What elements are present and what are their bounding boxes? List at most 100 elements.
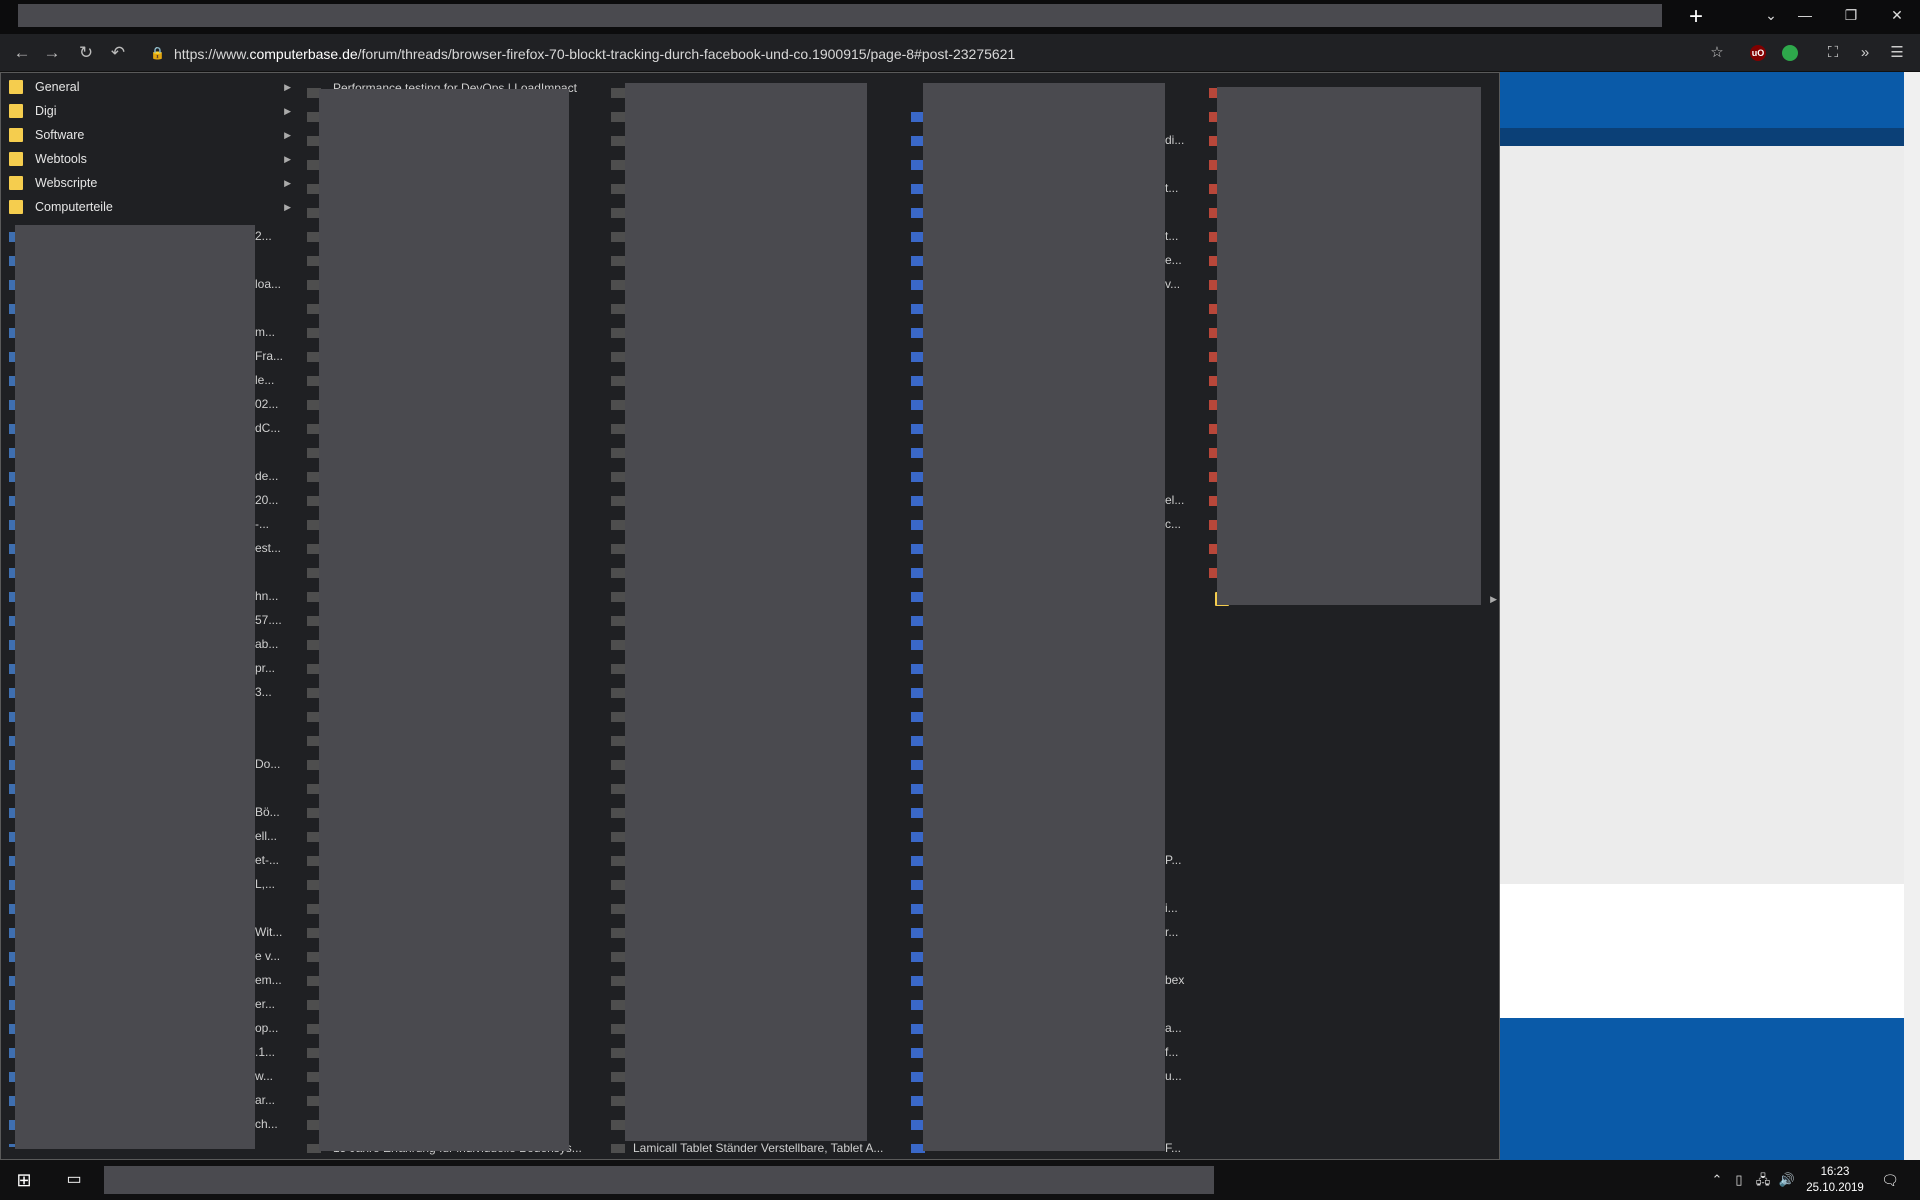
- tray-chevron-icon[interactable]: ⌃: [1706, 1160, 1728, 1200]
- submenu-arrow-icon: ▶: [284, 82, 291, 92]
- submenu-arrow-icon: ▶: [284, 202, 291, 212]
- system-clock[interactable]: 16:23 25.10.2019: [1800, 1164, 1870, 1196]
- bookmark-label-truncated[interactable]: pr...: [255, 661, 275, 675]
- navigation-bar: ← → ↻ ↶ 🔒 https://www.computerbase.de/fo…: [0, 34, 1920, 72]
- bookmark-label-truncated[interactable]: op...: [255, 1021, 278, 1035]
- bookmark-label-truncated[interactable]: P...: [1165, 853, 1181, 867]
- bookmark-label-truncated[interactable]: m...: [255, 325, 275, 339]
- screenshot-icon[interactable]: ⛶: [1822, 42, 1844, 64]
- bookmark-label-truncated[interactable]: Do...: [255, 757, 280, 771]
- folder-icon: [9, 200, 23, 214]
- bookmark-label-truncated[interactable]: ab...: [255, 637, 278, 651]
- bookmark-label-truncated[interactable]: v...: [1165, 277, 1180, 291]
- tray-device-icon[interactable]: ▯: [1728, 1160, 1750, 1200]
- bookmark-label-truncated[interactable]: est...: [255, 541, 281, 555]
- bookmark-label-truncated[interactable]: 3...: [255, 685, 272, 699]
- ublock-origin-icon[interactable]: uO: [1750, 45, 1766, 61]
- folder-icon: [9, 80, 23, 94]
- bookmark-label-truncated[interactable]: dC...: [255, 421, 280, 435]
- submenu-arrow-icon: ▶: [284, 106, 291, 116]
- bookmark-folder-webscripte[interactable]: Webscripte ▶: [3, 171, 299, 195]
- bookmark-label-truncated[interactable]: Fra...: [255, 349, 283, 363]
- bookmark-label-truncated[interactable]: 2...: [255, 229, 272, 243]
- volume-icon[interactable]: 🔊: [1776, 1160, 1798, 1200]
- network-icon[interactable]: 🖧: [1752, 1160, 1774, 1200]
- bookmark-label-truncated[interactable]: ch...: [255, 1117, 278, 1131]
- restore-button[interactable]: ❐: [1828, 0, 1874, 30]
- bookmark-label-truncated[interactable]: w...: [255, 1069, 273, 1083]
- bookmark-lamicall[interactable]: Lamicall Tablet Ständer Verstellbare, Ta…: [633, 1141, 883, 1155]
- bookmark-label-truncated[interactable]: F...: [1165, 1141, 1181, 1155]
- bookmark-label-truncated[interactable]: loa...: [255, 277, 281, 291]
- folder-icon: [9, 104, 23, 118]
- bookmark-label-truncated[interactable]: 02...: [255, 397, 278, 411]
- bookmark-label-truncated[interactable]: i...: [1165, 901, 1178, 915]
- task-view-icon[interactable]: ▭: [54, 1160, 94, 1200]
- new-tab-button[interactable]: +: [1676, 3, 1716, 31]
- bookmark-label-truncated[interactable]: Wit...: [255, 925, 282, 939]
- bookmark-label-truncated[interactable]: et-...: [255, 853, 279, 867]
- bookmark-label-truncated[interactable]: ell...: [255, 829, 277, 843]
- windows-start-icon[interactable]: ⊞: [0, 1160, 48, 1200]
- page-scrollbar[interactable]: [1904, 72, 1920, 1160]
- bookmark-label-truncated[interactable]: e...: [1165, 253, 1182, 267]
- bookmark-label-truncated[interactable]: er...: [255, 997, 275, 1011]
- submenu-arrow-icon: ▶: [284, 154, 291, 164]
- taskbar-apps-redacted[interactable]: [104, 1166, 1214, 1194]
- site-footer: [1500, 1018, 1904, 1160]
- bookmark-label-truncated[interactable]: L,...: [255, 877, 275, 891]
- star-icon[interactable]: ☆: [1706, 42, 1728, 64]
- url-prefix: https://www.: [174, 46, 250, 62]
- bookmark-label-truncated[interactable]: ar...: [255, 1093, 275, 1107]
- url-path: /forum/threads/browser-firefox-70-blockt…: [357, 46, 1016, 62]
- overflow-menu-icon[interactable]: »: [1854, 42, 1876, 64]
- bookmark-label-truncated[interactable]: em...: [255, 973, 282, 987]
- folder-icon: [9, 128, 23, 142]
- close-button[interactable]: ✕: [1874, 0, 1920, 30]
- bookmark-label-truncated[interactable]: .1...: [255, 1045, 275, 1059]
- url-bar[interactable]: https://www.computerbase.de/forum/thread…: [174, 44, 1015, 64]
- bookmark-label-truncated[interactable]: a...: [1165, 1021, 1182, 1035]
- back-icon[interactable]: ←: [8, 39, 36, 67]
- redacted-block: [625, 83, 867, 1141]
- title-bar: + ⌄ — ❐ ✕: [0, 0, 1920, 34]
- web-page: [1500, 72, 1904, 1160]
- bookmark-label-truncated[interactable]: r...: [1165, 925, 1178, 939]
- tab-strip-redacted[interactable]: [18, 4, 1662, 27]
- content-block: [1500, 884, 1904, 1018]
- bookmark-folder-digi[interactable]: Digi ▶: [3, 99, 299, 123]
- notification-center-icon[interactable]: 🗨: [1870, 1160, 1910, 1200]
- bookmark-label-truncated[interactable]: t...: [1165, 229, 1178, 243]
- redacted-block: [15, 225, 255, 1149]
- bookmark-folder-general[interactable]: General ▶: [3, 75, 299, 99]
- bookmark-label-truncated[interactable]: le...: [255, 373, 274, 387]
- submenu-arrow-icon: ▶: [1490, 594, 1497, 604]
- submenu-arrow-icon: ▶: [284, 130, 291, 140]
- bookmark-label-truncated[interactable]: hn...: [255, 589, 278, 603]
- bookmark-folder-computerteile[interactable]: Computerteile ▶: [3, 195, 299, 219]
- forward-icon[interactable]: →: [38, 39, 66, 67]
- bookmark-label-truncated[interactable]: -...: [255, 517, 269, 531]
- bookmark-label-truncated[interactable]: t...: [1165, 181, 1178, 195]
- minimize-button[interactable]: —: [1782, 0, 1828, 30]
- bookmark-label-truncated[interactable]: 57....: [255, 613, 282, 627]
- bookmark-label-truncated[interactable]: u...: [1165, 1069, 1182, 1083]
- bookmark-label-truncated[interactable]: 20...: [255, 493, 278, 507]
- undo-close-tab-icon[interactable]: ↶: [104, 39, 132, 67]
- bookmark-folder-software[interactable]: Software ▶: [3, 123, 299, 147]
- menu-icon[interactable]: ☰: [1886, 42, 1908, 64]
- redacted-block: [319, 89, 569, 1151]
- bookmark-label-truncated[interactable]: Bö...: [255, 805, 280, 819]
- bookmark-label-truncated[interactable]: di...: [1165, 133, 1184, 147]
- bookmark-folder-webtools[interactable]: Webtools ▶: [3, 147, 299, 171]
- bookmarks-menu: General ▶ Digi ▶ Software ▶ Webtools ▶ W…: [0, 72, 1500, 1160]
- bookmark-label-truncated[interactable]: c...: [1165, 517, 1181, 531]
- bookmark-label-truncated[interactable]: el...: [1165, 493, 1184, 507]
- bookmark-label-truncated[interactable]: de...: [255, 469, 278, 483]
- reload-icon[interactable]: ↻: [72, 39, 100, 67]
- extension-icon[interactable]: [1782, 45, 1798, 61]
- bookmark-label-truncated[interactable]: f...: [1165, 1045, 1178, 1059]
- bookmark-label-truncated[interactable]: e v...: [255, 949, 280, 963]
- bookmark-label-truncated[interactable]: bex: [1165, 973, 1184, 987]
- submenu-arrow-icon: ▶: [284, 178, 291, 188]
